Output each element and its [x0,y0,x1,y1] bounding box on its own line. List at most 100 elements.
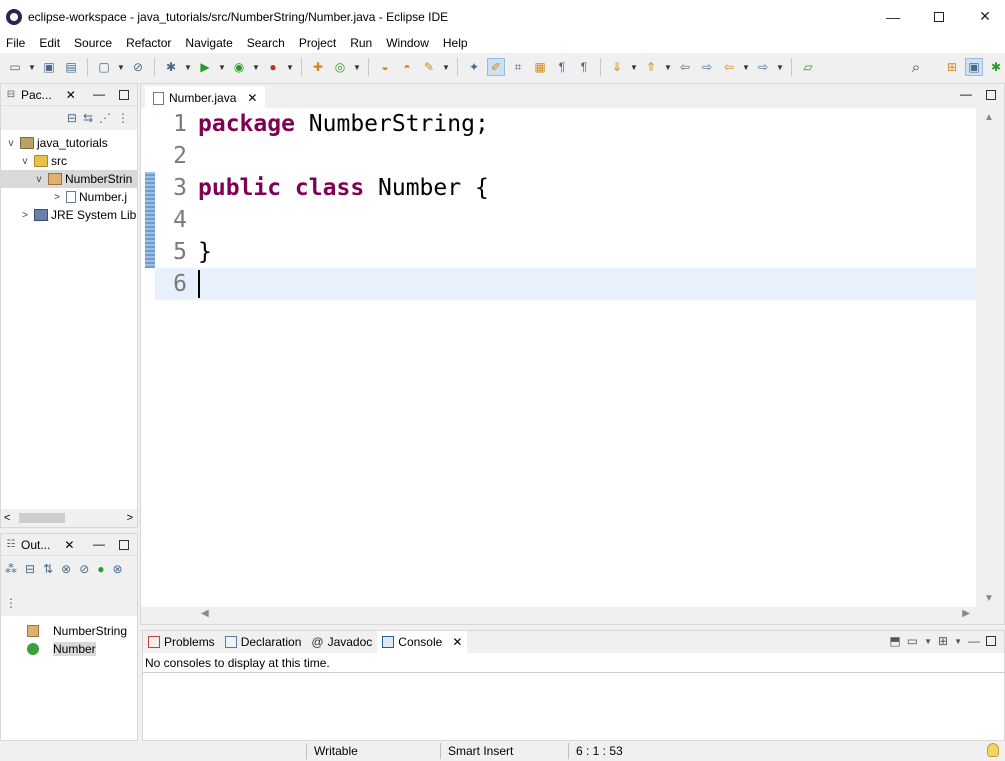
package-explorer-scrollbar[interactable]: < > [1,509,137,527]
code-line[interactable]: 2 [155,140,977,172]
scroll-up-icon[interactable]: ▲ [984,112,994,123]
maximize-panel-icon[interactable] [119,90,129,100]
mark-occurrences-icon[interactable]: ✐ [487,58,505,76]
code-area[interactable]: 1 package NumberString; 2 3 public class N… [141,108,977,608]
forward-icon[interactable]: ⇨ [754,58,772,76]
minimize-panel-icon[interactable]: — [968,634,980,648]
close-icon[interactable]: ✕ [452,635,462,649]
scrollbar-thumb[interactable] [19,513,65,523]
new-dropdown-icon[interactable]: ▼ [28,63,36,72]
coverage-dropdown-icon[interactable]: ▼ [252,63,260,72]
tab-outline[interactable]: ☷ Out... ✕ [5,538,75,552]
close-icon[interactable]: ✕ [64,538,74,552]
view-menu-icon[interactable]: ⋮ [117,111,129,125]
editor-vertical-scrollbar[interactable]: ▲ ▼ [976,108,1004,608]
pin-editor-icon[interactable]: ▱ [799,58,817,76]
focus-icon[interactable]: ⁂ [5,562,17,576]
save-icon[interactable]: ▣ [40,58,58,76]
previous-edit-icon[interactable]: ⇑ [642,58,660,76]
save-all-icon[interactable]: ▤ [62,58,80,76]
hide-static-icon[interactable]: ⊘ [79,562,89,576]
outline-item-package[interactable]: NumberString [1,622,137,640]
pin-console-icon[interactable]: ⬒ [889,634,900,648]
close-window-button[interactable]: ✕ [962,0,1005,33]
minimize-button[interactable]: — [870,0,916,33]
chevron-right-icon[interactable]: > [19,210,31,221]
run-dropdown-icon[interactable]: ▼ [218,63,226,72]
next-edit-dropdown-icon[interactable]: ▼ [630,63,638,72]
menu-file[interactable]: File [6,36,25,50]
hide-non-public-icon[interactable]: ● [97,562,104,576]
filters-icon[interactable]: ⋰ [99,111,111,125]
editor-horizontal-scrollbar[interactable]: ◀ ▶ [141,607,1004,624]
sort-icon[interactable]: ⇅ [43,562,53,576]
maximize-panel-icon[interactable] [119,540,129,550]
minimize-panel-icon[interactable]: — [93,87,105,101]
minimize-editor-icon[interactable]: — [960,87,972,101]
next-edit-icon[interactable]: ⇓ [608,58,626,76]
scroll-right-icon[interactable]: > [127,512,133,524]
menu-navigate[interactable]: Navigate [185,36,232,50]
tree-item-src[interactable]: v src [1,152,137,170]
terminal-dropdown-icon[interactable]: ▼ [117,63,125,72]
tab-console[interactable]: Console ✕ [377,631,468,653]
collapse-all-icon[interactable]: ⊟ [25,562,35,576]
tab-javadoc[interactable]: @ Javadoc [306,631,377,653]
open-console-dropdown-icon[interactable]: ▼ [954,637,962,646]
scroll-left-icon[interactable]: < [4,512,10,524]
hide-fields-icon[interactable]: ⊗ [61,562,71,576]
back-icon[interactable]: ⇦ [720,58,738,76]
outline-item-class[interactable]: Number [1,640,137,658]
maximize-panel-icon[interactable] [986,636,996,646]
forward-dropdown-icon[interactable]: ▼ [776,63,784,72]
code-line[interactable]: 3 public class Number { [155,172,977,204]
new-java-class-icon[interactable]: ◎ [331,58,349,76]
external-tools-icon[interactable]: ● [264,58,282,76]
chevron-down-icon[interactable]: v [19,156,31,167]
scroll-left-icon[interactable]: ◀ [201,608,209,619]
block-selection-icon[interactable]: ⌗ [509,58,527,76]
open-perspective-icon[interactable]: ⊞ [943,58,961,76]
open-console-icon[interactable]: ⊞ [938,634,948,648]
minimize-panel-icon[interactable]: — [93,537,105,551]
lightbulb-icon[interactable] [987,743,999,757]
scroll-down-icon[interactable]: ▼ [984,593,994,604]
terminal-icon[interactable]: ▢ [95,58,113,76]
tab-declaration[interactable]: Declaration [220,631,307,653]
menu-edit[interactable]: Edit [39,36,60,50]
tab-number-java[interactable]: Number.java ✕ [145,86,266,108]
debug-perspective-icon[interactable]: ✱ [987,58,1005,76]
link-with-editor-icon[interactable]: ⇆ [83,111,93,125]
show-whitespace-icon[interactable]: ¶ [553,58,571,76]
search-dropdown-icon[interactable]: ▼ [442,63,450,72]
display-console-icon[interactable]: ▭ [907,634,918,648]
code-line[interactable]: 5} [155,236,977,268]
display-console-dropdown-icon[interactable]: ▼ [924,637,932,646]
new-class-dropdown-icon[interactable]: ▼ [353,63,361,72]
scroll-right-icon[interactable]: ▶ [962,608,970,619]
tab-package-explorer[interactable]: ⊟ Pac... ✕ [5,88,76,102]
menu-source[interactable]: Source [74,36,112,50]
pilcrow-icon[interactable]: ¶ [575,58,593,76]
last-edit-back-icon[interactable]: ⇦ [676,58,694,76]
debug-icon[interactable]: ✱ [162,58,180,76]
open-type-icon[interactable]: ◒ [376,58,394,76]
search-icon[interactable]: ⌕ [907,58,925,76]
code-line[interactable]: 1 package NumberString; [155,108,977,140]
view-menu-icon[interactable]: ⋮ [5,596,17,610]
tab-problems[interactable]: Problems [143,631,220,653]
previous-edit-dropdown-icon[interactable]: ▼ [664,63,672,72]
tree-item-jre-library[interactable]: > JRE System Lib [1,206,137,224]
tree-item-package[interactable]: v NumberStrin [1,170,137,188]
debug-dropdown-icon[interactable]: ▼ [184,63,192,72]
menu-project[interactable]: Project [299,36,336,50]
word-wrap-icon[interactable]: ▦ [531,58,549,76]
maximize-button[interactable] [916,0,962,33]
run-icon[interactable]: ▶ [196,58,214,76]
new-java-package-icon[interactable]: ✚ [309,58,327,76]
collapse-all-icon[interactable]: ⊟ [67,111,77,125]
menu-help[interactable]: Help [443,36,468,50]
tree-item-project[interactable]: v java_tutorials [1,134,137,152]
next-annotation-icon[interactable]: ✦ [465,58,483,76]
java-perspective-icon[interactable]: ▣ [965,58,983,76]
